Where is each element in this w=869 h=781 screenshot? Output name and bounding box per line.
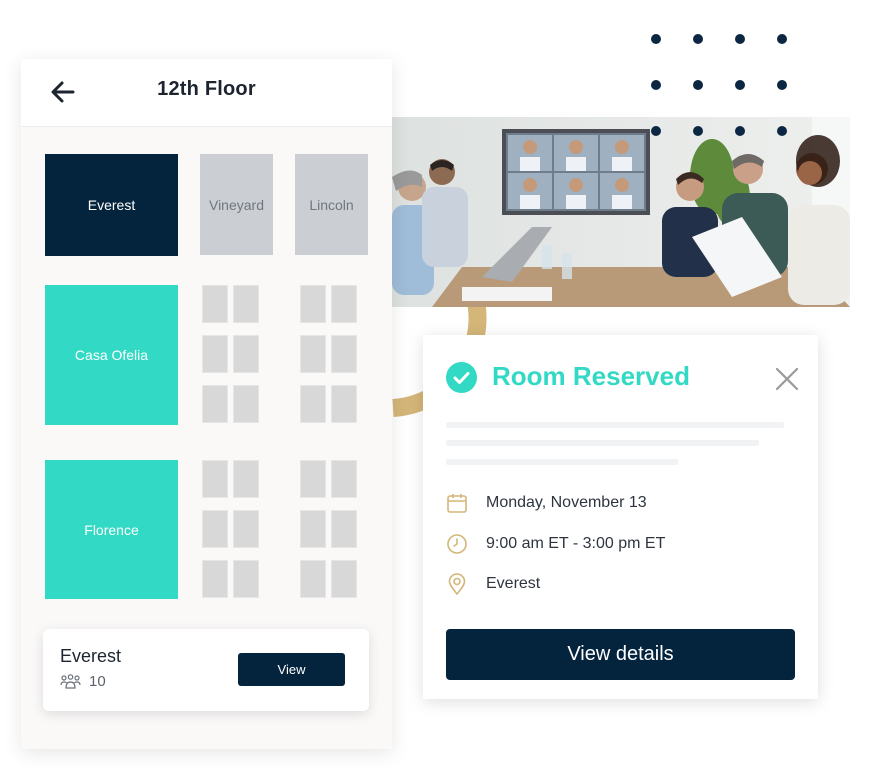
dot: [693, 126, 703, 136]
room-label: Everest: [87, 197, 136, 213]
room-florence[interactable]: Florence: [45, 460, 178, 599]
reservation-date-row: Monday, November 13: [446, 492, 647, 514]
desk[interactable]: [300, 385, 326, 423]
desk[interactable]: [331, 335, 357, 373]
selected-room-card: Everest 10 View: [43, 629, 369, 711]
dot: [777, 80, 787, 90]
dot: [777, 126, 787, 136]
map-pin-icon: [448, 573, 466, 595]
desk[interactable]: [300, 510, 326, 548]
desk[interactable]: [202, 510, 228, 548]
room-casa-ofelia[interactable]: Casa Ofelia: [45, 285, 178, 425]
desk[interactable]: [331, 460, 357, 498]
dot: [651, 126, 661, 136]
reservation-time: 9:00 am ET - 3:00 pm ET: [486, 535, 666, 552]
dot: [693, 34, 703, 44]
view-room-button[interactable]: View: [238, 653, 345, 686]
conference-room-photo: [392, 117, 850, 307]
page-title: 12th Floor: [157, 78, 256, 100]
placeholder-line: [446, 440, 759, 446]
desk[interactable]: [233, 510, 259, 548]
check-circle-icon: [446, 362, 477, 393]
desk[interactable]: [202, 335, 228, 373]
room-label: Florence: [84, 521, 139, 538]
desk[interactable]: [202, 385, 228, 423]
close-icon: [775, 367, 799, 391]
desk[interactable]: [331, 285, 357, 323]
dot: [651, 80, 661, 90]
reservation-confirmation-card: Room Reserved Monday, November 13 9:00 a…: [423, 335, 818, 699]
desk[interactable]: [233, 335, 259, 373]
placeholder-line: [446, 459, 678, 465]
desk[interactable]: [233, 560, 259, 598]
capacity-value: 10: [89, 673, 106, 690]
desk[interactable]: [331, 385, 357, 423]
reservation-title: Room Reserved: [492, 361, 690, 391]
desk[interactable]: [300, 460, 326, 498]
desk[interactable]: [300, 285, 326, 323]
view-details-button[interactable]: View details: [446, 629, 795, 680]
dot: [693, 80, 703, 90]
dot: [777, 34, 787, 44]
desk[interactable]: [300, 335, 326, 373]
dot: [735, 80, 745, 90]
clock-icon: [447, 534, 467, 554]
people-group-icon: [60, 673, 81, 689]
room-label: Vineyard: [208, 196, 264, 213]
desk[interactable]: [202, 560, 228, 598]
desk[interactable]: [300, 560, 326, 598]
dot: [651, 34, 661, 44]
desk[interactable]: [202, 285, 228, 323]
reservation-time-row: 9:00 am ET - 3:00 pm ET: [446, 533, 665, 555]
reservation-location: Everest: [486, 575, 541, 592]
selected-room-name: Everest: [60, 646, 122, 666]
floor-header: 12th Floor: [21, 59, 392, 127]
desk[interactable]: [331, 560, 357, 598]
desk[interactable]: [233, 385, 259, 423]
room-lincoln[interactable]: Lincoln: [295, 154, 368, 255]
calendar-icon: [447, 494, 467, 513]
dot: [735, 126, 745, 136]
placeholder-line: [446, 422, 784, 428]
desk[interactable]: [233, 285, 259, 323]
desk[interactable]: [233, 460, 259, 498]
reservation-date: Monday, November 13: [486, 494, 647, 511]
room-capacity: 10: [60, 673, 106, 690]
floor-plan-panel: 12th Floor Everest Vineyard Lincoln Casa…: [21, 59, 392, 749]
room-label: Casa Ofelia: [74, 347, 149, 363]
desk[interactable]: [331, 510, 357, 548]
dot: [735, 34, 745, 44]
room-label: Lincoln: [309, 196, 354, 213]
close-button[interactable]: [775, 367, 799, 391]
room-everest[interactable]: Everest: [45, 154, 178, 256]
desk[interactable]: [202, 460, 228, 498]
reservation-location-row: Everest: [446, 573, 540, 595]
photo-illustration: [392, 117, 850, 307]
room-vineyard[interactable]: Vineyard: [200, 154, 273, 255]
